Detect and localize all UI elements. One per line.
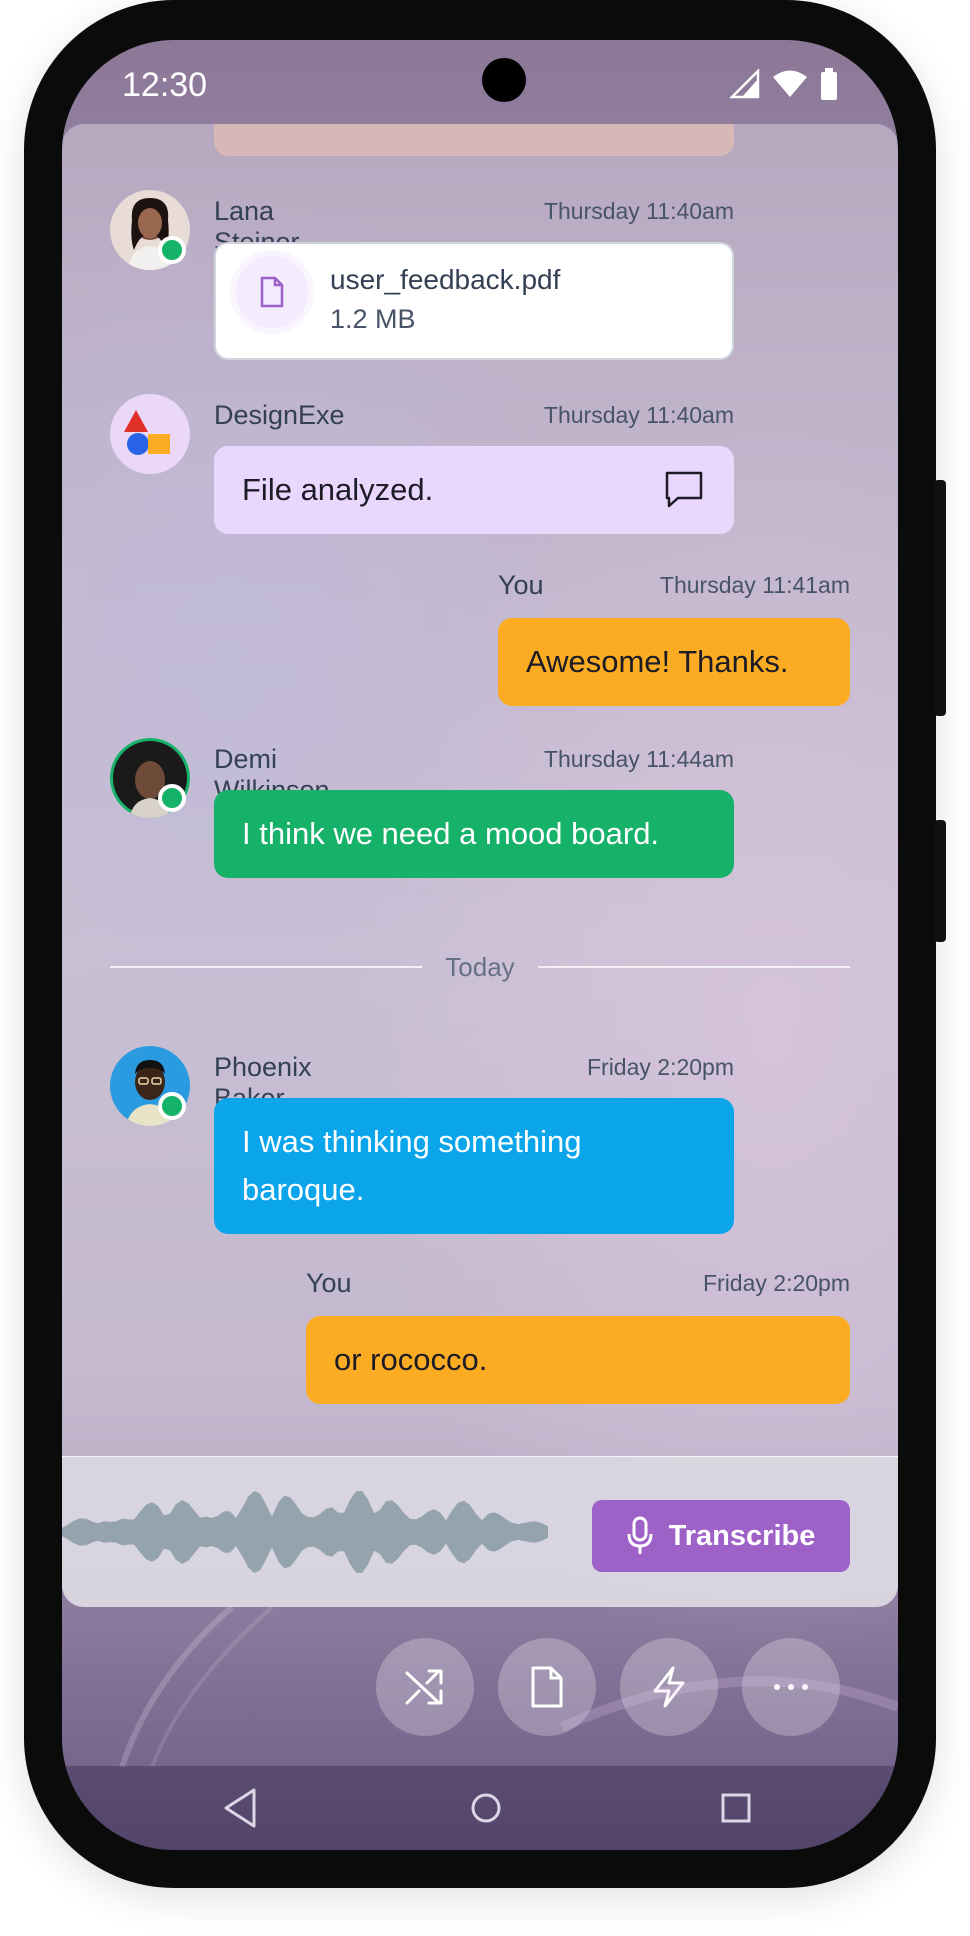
voice-composer: Transcribe bbox=[62, 1456, 898, 1607]
message-timestamp: Thursday 11:40am bbox=[543, 198, 734, 224]
designexe-logo-icon bbox=[124, 410, 170, 455]
online-indicator bbox=[158, 784, 186, 812]
message-bubble[interactable]: Awesome! Thanks. bbox=[498, 618, 850, 706]
comment-icon[interactable] bbox=[664, 470, 704, 510]
power-button bbox=[934, 820, 946, 942]
online-indicator bbox=[158, 236, 186, 264]
message-timestamp: Thursday 11:40am bbox=[543, 402, 734, 428]
phone-frame: 12:30 Lana Steiner Thursday 11:40am bbox=[24, 0, 946, 1888]
status-icons bbox=[730, 68, 838, 100]
microphone-icon bbox=[627, 1516, 653, 1554]
transcribe-button[interactable]: Transcribe bbox=[592, 1500, 850, 1572]
message-bubble[interactable]: File analyzed. bbox=[214, 446, 734, 534]
date-divider: Today bbox=[110, 952, 850, 982]
wifi-icon bbox=[773, 70, 807, 97]
message-text: or rococco. bbox=[334, 1342, 488, 1377]
chat-panel: Lana Steiner Thursday 11:40am user_feedb… bbox=[62, 124, 898, 1607]
divider-line-right bbox=[538, 966, 850, 968]
status-bar: 12:30 bbox=[62, 40, 898, 132]
online-indicator bbox=[158, 1092, 186, 1120]
signal-icon bbox=[730, 69, 760, 99]
audio-waveform[interactable] bbox=[62, 1477, 562, 1587]
file-name: user_feedback.pdf bbox=[330, 264, 561, 295]
message-text: File analyzed. bbox=[242, 472, 434, 507]
battery-icon bbox=[821, 68, 837, 100]
file-attachment-card[interactable]: user_feedback.pdf 1.2 MB bbox=[214, 242, 734, 360]
transcribe-label: Transcribe bbox=[668, 1519, 816, 1552]
message-timestamp: Friday 2:20pm bbox=[586, 1054, 734, 1080]
system-nav-bar bbox=[62, 1766, 898, 1850]
message-timestamp: Thursday 11:41am bbox=[659, 572, 850, 598]
back-icon[interactable] bbox=[220, 1786, 260, 1830]
file-icon bbox=[236, 256, 308, 328]
wallpaper-streaks bbox=[119, 1607, 898, 1767]
message-timestamp: Friday 2:20pm bbox=[702, 1270, 850, 1296]
message-text: I think we need a mood board. bbox=[242, 816, 660, 851]
message-timestamp: Thursday 11:44am bbox=[543, 746, 734, 772]
volume-button bbox=[934, 480, 946, 716]
previous-message-bubble bbox=[214, 124, 734, 156]
message-text: Awesome! Thanks. bbox=[526, 644, 789, 679]
recents-icon[interactable] bbox=[716, 1786, 756, 1830]
sender-name: DesignExe bbox=[214, 400, 345, 430]
message-bubble[interactable]: I think we need a mood board. bbox=[214, 790, 734, 878]
front-camera bbox=[482, 58, 526, 102]
phone-screen: 12:30 Lana Steiner Thursday 11:40am bbox=[62, 40, 898, 1850]
avatar[interactable] bbox=[110, 394, 190, 474]
file-size: 1.2 MB bbox=[330, 304, 416, 334]
message-bubble[interactable]: I was thinking something baroque. bbox=[214, 1098, 734, 1234]
message-text: I was thinking something baroque. bbox=[242, 1124, 582, 1207]
message-list[interactable]: Lana Steiner Thursday 11:40am user_feedb… bbox=[62, 124, 898, 1456]
status-time: 12:30 bbox=[122, 66, 208, 104]
message-bubble[interactable]: or rococco. bbox=[306, 1316, 850, 1404]
home-icon[interactable] bbox=[466, 1786, 506, 1830]
sender-name: You bbox=[306, 1268, 352, 1298]
sender-name: You bbox=[498, 570, 544, 600]
